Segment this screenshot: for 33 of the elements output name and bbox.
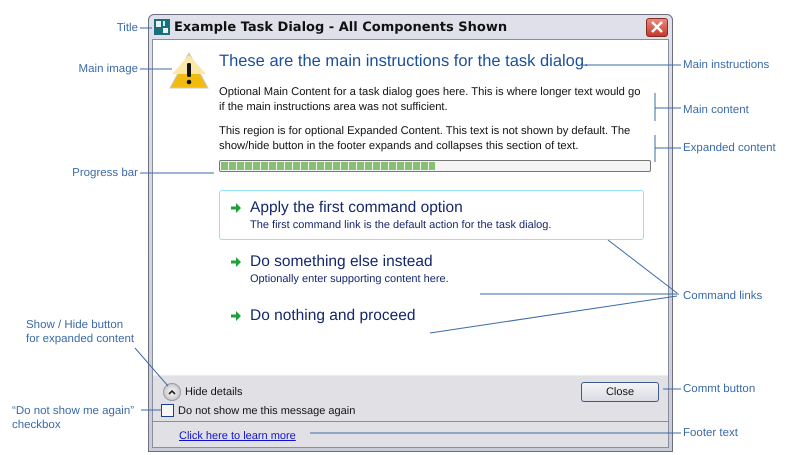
chevron-icon <box>168 389 176 395</box>
arrow-icon <box>230 256 242 268</box>
arrow-icon <box>230 310 242 322</box>
callout-label: Progress bar <box>72 166 138 180</box>
callout-label: Main image <box>78 62 138 76</box>
callout-label: Main instructions <box>683 58 770 72</box>
close-icon <box>651 21 663 33</box>
callout-label: Footer text <box>683 426 738 440</box>
app-icon <box>154 19 170 35</box>
callout-label: Main content <box>683 103 749 117</box>
leader-line <box>654 134 682 162</box>
main-instruction: These are the main instructions for the task dialog. <box>219 52 589 71</box>
checkbox[interactable]: Do not show me this message again <box>161 404 660 417</box>
command-link[interactable]: Apply the first command option The first command link is the default action for the task dialog. <box>219 190 644 240</box>
callout-label: Command links <box>683 289 762 303</box>
main-content: Optional Main Content for a task dialog goes here. This is where longer text would go if the main instructions area was not sufficient. <box>219 85 642 115</box>
close-button[interactable]: Close <box>581 382 659 402</box>
callout-label: “Do not show me again” checkbox <box>12 404 134 432</box>
expanded-content: This region is for optional Expanded Content. This text is not shown by default. The show/hide button in the footer expands and collapses this section of text. <box>219 124 632 154</box>
arrow-icon <box>230 202 242 214</box>
callout-label: Show / Hide button for expanded content <box>26 318 134 346</box>
leader-line <box>662 388 682 390</box>
leader-line <box>140 68 172 70</box>
callout-label: Title <box>116 21 138 35</box>
footer-link[interactable]: Click here to learn more <box>179 430 296 442</box>
callout-label: Commt button <box>683 382 756 396</box>
leader-line <box>654 92 682 122</box>
warning-icon <box>169 52 209 89</box>
window-title: Example Task Dialog - All Components Shown <box>174 20 508 34</box>
leader-line <box>134 348 168 386</box>
hide-details-button[interactable]: Hide details <box>163 383 242 401</box>
callout-label: Expanded content <box>683 141 776 155</box>
close-button[interactable] <box>646 18 668 36</box>
